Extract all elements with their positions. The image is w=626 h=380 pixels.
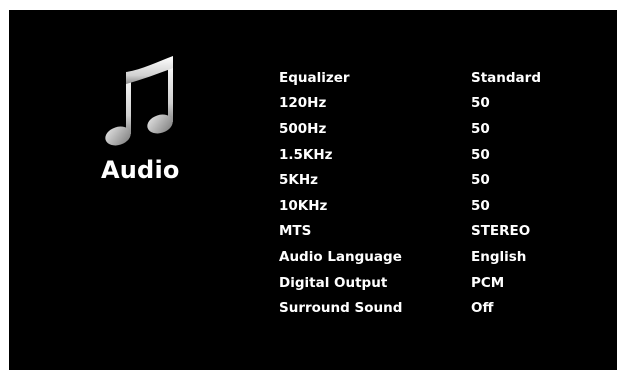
setting-label: 1.5KHz bbox=[279, 147, 333, 163]
setting-row-500hz[interactable]: 500Hz 50 bbox=[271, 117, 611, 141]
setting-row-1-5khz[interactable]: 1.5KHz 50 bbox=[271, 143, 611, 167]
setting-row-digital-output[interactable]: Digital Output PCM bbox=[271, 271, 611, 295]
setting-label: Digital Output bbox=[279, 275, 388, 291]
setting-label: 120Hz bbox=[279, 95, 327, 111]
setting-row-equalizer[interactable]: Equalizer Standard bbox=[271, 66, 611, 90]
setting-row-10khz[interactable]: 10KHz 50 bbox=[271, 194, 611, 218]
setting-row-surround-sound[interactable]: Surround Sound Off bbox=[271, 296, 611, 320]
setting-value: STEREO bbox=[471, 223, 531, 239]
setting-value: 50 bbox=[471, 172, 490, 188]
setting-value: 50 bbox=[471, 147, 490, 163]
setting-label: Audio Language bbox=[279, 249, 402, 265]
setting-value: Off bbox=[471, 300, 494, 316]
section-title: Audio bbox=[101, 156, 180, 184]
setting-label: Surround Sound bbox=[279, 300, 403, 316]
setting-value: 50 bbox=[471, 198, 490, 214]
setting-row-120hz[interactable]: 120Hz 50 bbox=[271, 91, 611, 115]
setting-value: English bbox=[471, 249, 527, 265]
setting-row-5khz[interactable]: 5KHz 50 bbox=[271, 168, 611, 192]
setting-row-mts[interactable]: MTS STEREO bbox=[271, 219, 611, 243]
setting-label: MTS bbox=[279, 223, 312, 239]
setting-label: 500Hz bbox=[279, 121, 327, 137]
setting-value: Standard bbox=[471, 70, 541, 86]
music-note-icon bbox=[105, 56, 173, 146]
setting-label: 10KHz bbox=[279, 198, 328, 214]
audio-settings-screen: Audio Equalizer Standard 120Hz 50 500Hz … bbox=[9, 10, 617, 370]
setting-label: Equalizer bbox=[279, 70, 350, 86]
setting-value: PCM bbox=[471, 275, 505, 291]
setting-value: 50 bbox=[471, 95, 490, 111]
setting-row-audio-language[interactable]: Audio Language English bbox=[271, 245, 611, 269]
setting-value: 50 bbox=[471, 121, 490, 137]
setting-label: 5KHz bbox=[279, 172, 319, 188]
